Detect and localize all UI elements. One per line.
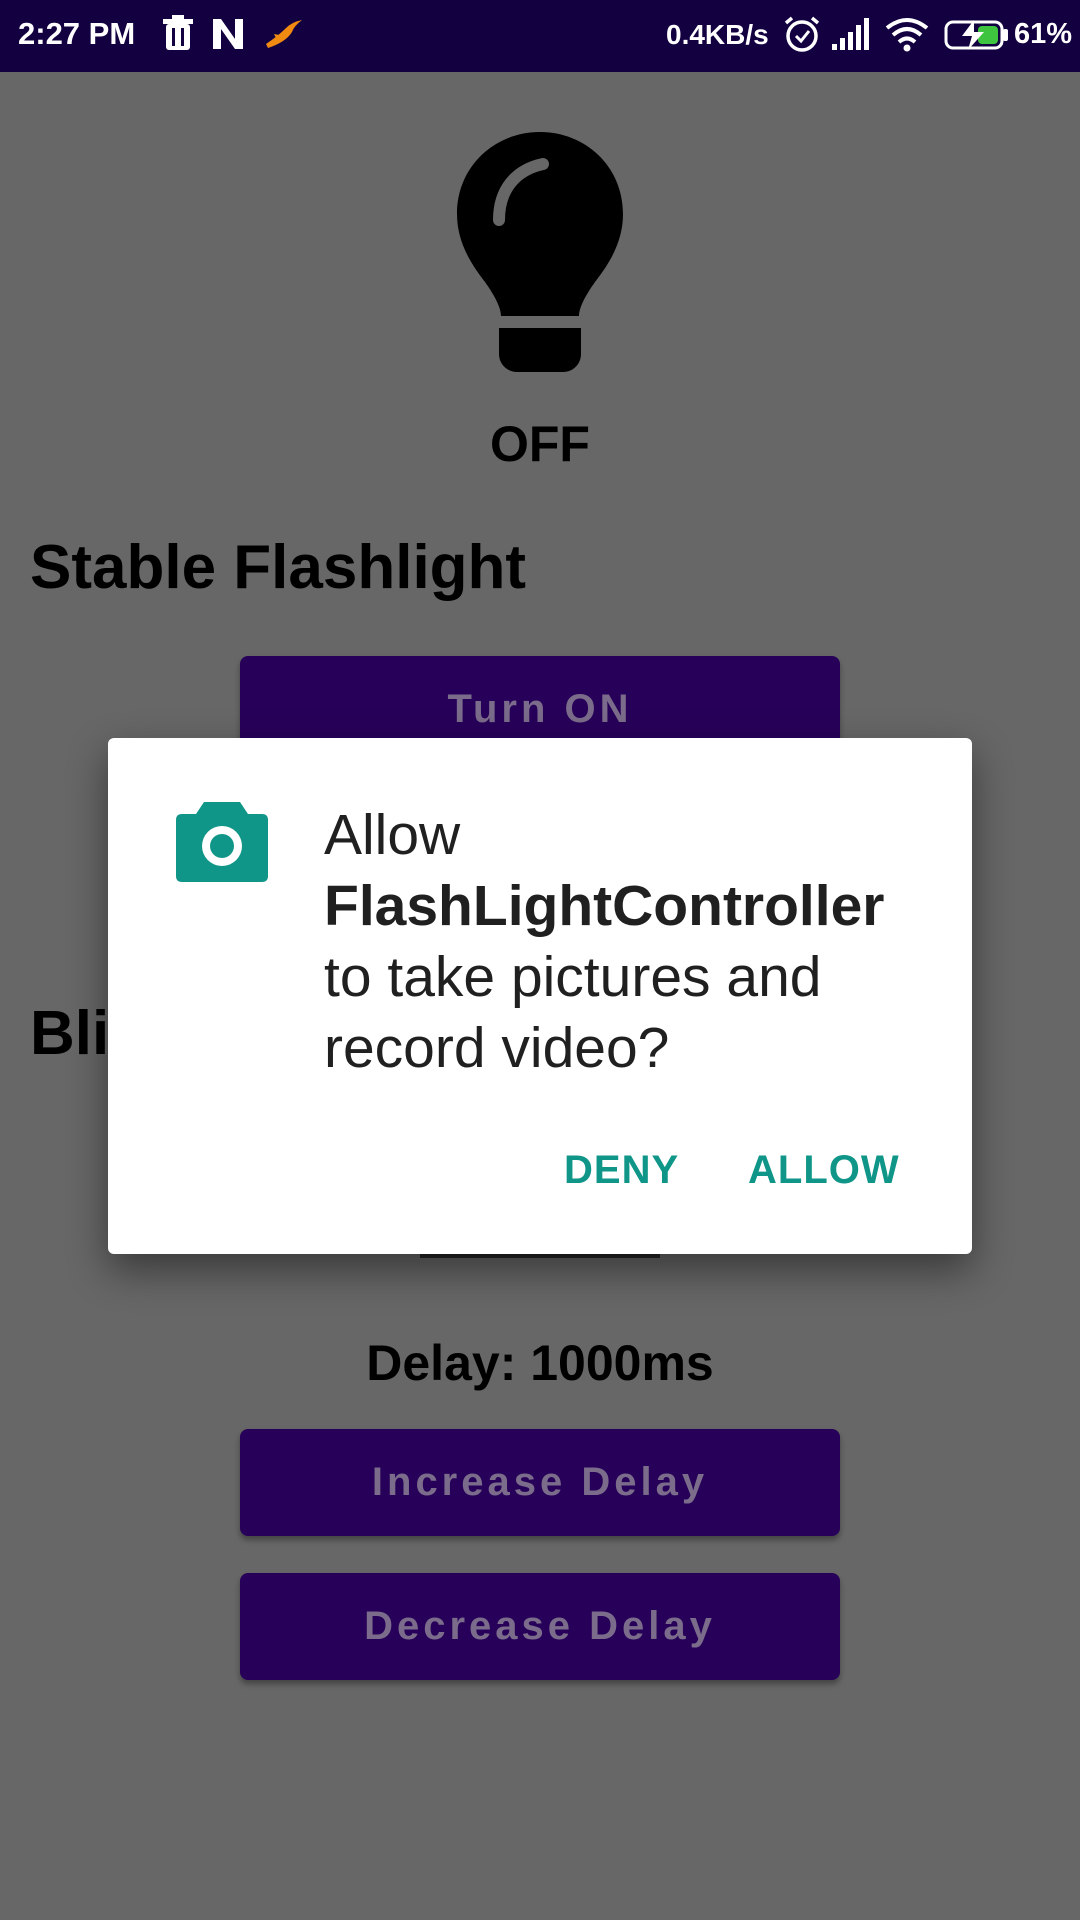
bird-icon (266, 20, 302, 48)
blink-title: Bli (30, 999, 110, 1068)
n-icon (213, 19, 243, 49)
battery-percent: 61% (1014, 18, 1073, 50)
delay-label: Delay: 1000ms (366, 1335, 714, 1391)
network-speed: 0.4KB/s (666, 19, 769, 50)
permission-dialog: Allow FlashLightController to take pictu… (108, 738, 972, 1254)
decrease-delay-button[interactable]: Decrease Delay (240, 1573, 840, 1680)
flash-state-label: OFF (490, 416, 590, 472)
increase-delay-button[interactable]: Increase Delay (240, 1429, 840, 1536)
signal-icon (832, 18, 869, 50)
permission-app-name: FlashLightController (324, 874, 885, 938)
deny-button[interactable]: DENY (564, 1148, 679, 1193)
battery-charging-icon (944, 20, 1008, 50)
permission-message: Allow FlashLightController to take pictu… (324, 800, 944, 1084)
trash-icon (163, 15, 193, 50)
permission-request-text: to take pictures and record video? (324, 945, 822, 1080)
wifi-icon (885, 18, 929, 52)
permission-allow-text: Allow (324, 803, 461, 867)
allow-button[interactable]: ALLOW (748, 1148, 900, 1193)
camera-icon (176, 802, 268, 882)
status-time: 2:27 PM (18, 16, 136, 51)
stable-flashlight-title: Stable Flashlight (30, 533, 527, 602)
alarm-icon (784, 16, 820, 52)
status-bar: 2:27 PM 0.4KB/s 61% (0, 0, 1080, 72)
lightbulb-icon[interactable] (455, 130, 625, 372)
